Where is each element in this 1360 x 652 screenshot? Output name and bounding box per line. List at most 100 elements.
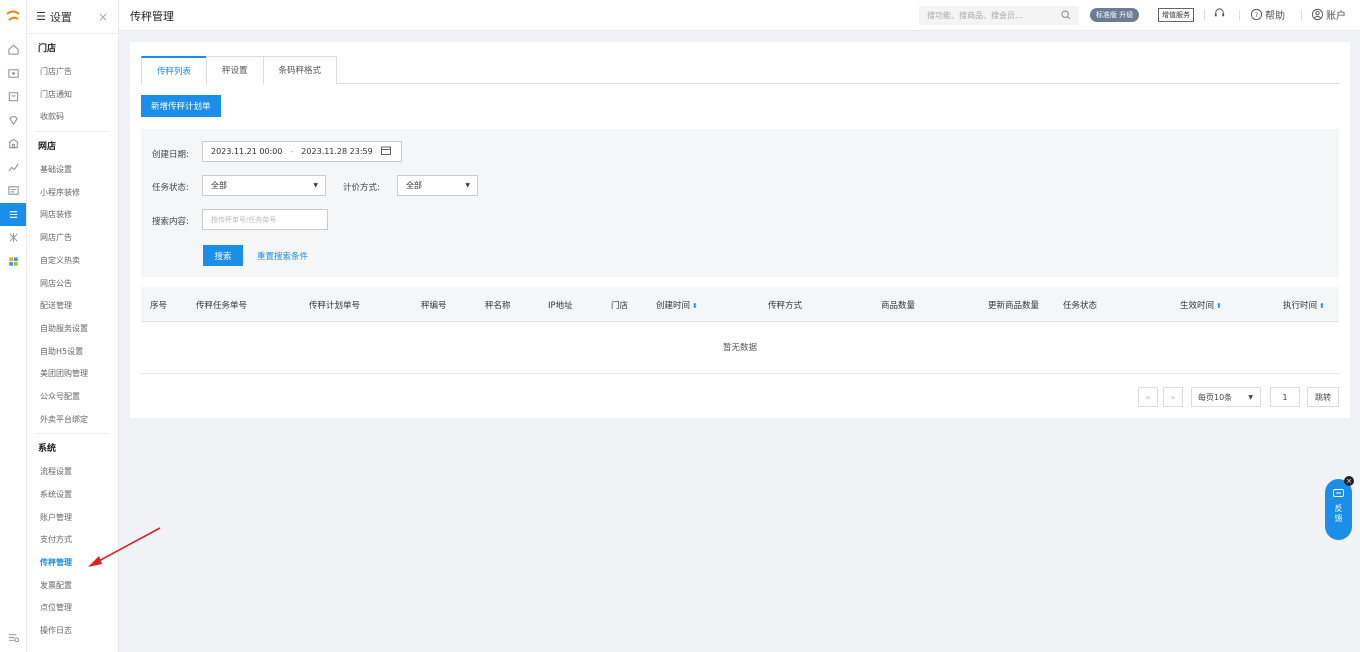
table-header: 序号 传秤任务单号 传秤计划单号 秤编号 秤名称 IP地址 门店 创建时间 ⬍ 传… (141, 287, 1339, 322)
cashier-icon[interactable] (0, 62, 26, 86)
help-icon: ? (1250, 8, 1263, 21)
icon-rail (0, 0, 27, 652)
col-created-time-label: 创建时间 (656, 301, 691, 311)
sidebar-item[interactable]: 自助服务设置 (35, 318, 110, 341)
sidebar-item[interactable]: 网店广告 (35, 227, 110, 250)
sidebar-item[interactable]: 发票配置 (35, 575, 110, 598)
sidebar-title: 设置 (49, 10, 72, 24)
col-effective-time[interactable]: 生效时间 ⬍ (1180, 299, 1222, 311)
pricing-select[interactable]: 全部 ▼ (397, 175, 478, 196)
chat-icon (1333, 489, 1344, 497)
store-icon[interactable] (0, 132, 26, 156)
app-logo-icon[interactable] (0, 0, 26, 34)
sort-icon[interactable]: ⬍ (692, 302, 698, 310)
sidebar-header: ☰ 设置 × (27, 0, 118, 34)
next-page-button[interactable]: » (1163, 387, 1183, 407)
annotation-arrow-icon (88, 527, 161, 567)
status-value: 全部 (211, 181, 227, 190)
customer-service-icon[interactable] (1213, 7, 1228, 20)
global-search-placeholder: 搜功能、搜商品、搜会员... (927, 11, 1023, 20)
filter-panel: 创建日期: 2023.11.21 00:00 - 2023.11.28 23:5… (141, 129, 1339, 277)
help-link[interactable]: ? 帮助 (1250, 7, 1285, 22)
settings-menu-icon[interactable] (0, 202, 26, 226)
home-icon[interactable] (0, 38, 26, 62)
sort-icon[interactable]: ⬍ (1216, 302, 1222, 310)
marketing-icon[interactable] (0, 226, 26, 250)
col-created-time[interactable]: 创建时间 ⬍ (656, 299, 698, 311)
sidebar-item[interactable]: 美团团购管理 (35, 363, 110, 386)
value-added-services-button[interactable]: 增值服务 (1158, 8, 1194, 22)
member-icon[interactable] (0, 109, 26, 133)
sidebar-item[interactable]: 小程序装修 (35, 182, 110, 205)
sidebar-item[interactable]: 门店通知 (35, 84, 110, 107)
nav-group: 网店 基础设置 小程序装修 网店装修 网店广告 自定义热卖 网店公告 配送管理 自助服务设置 自助… (35, 135, 110, 435)
feedback-button[interactable]: × 反馈 (1325, 476, 1354, 540)
goods-icon[interactable] (0, 85, 26, 109)
date-range-picker[interactable]: 2023.11.21 00:00 - 2023.11.28 23:59 (202, 141, 402, 162)
tab-scale-settings[interactable]: 秤设置 (206, 56, 264, 84)
jump-button[interactable]: 跳转 (1307, 387, 1339, 407)
sidebar-item[interactable]: 点位管理 (35, 597, 110, 620)
sidebar-item[interactable]: 配送管理 (35, 295, 110, 318)
col-exec-time[interactable]: 执行时间 ⬍ (1283, 299, 1325, 311)
prev-page-button[interactable]: « (1138, 387, 1158, 407)
sidebar-item[interactable]: 门店广告 (35, 61, 110, 84)
divider (1301, 10, 1302, 21)
page-title: 传秤管理 (130, 10, 174, 23)
search-icon[interactable] (1061, 9, 1071, 22)
feedback-label: 反馈 (1334, 504, 1343, 523)
sidebar-item[interactable]: 网店装修 (35, 204, 110, 227)
collapse-menu-icon[interactable] (0, 631, 27, 644)
chevron-down-icon: ▼ (1248, 393, 1253, 401)
date-end: 2023.11.28 23:59 (301, 147, 373, 156)
col-exec-time-label: 执行时间 (1283, 301, 1318, 311)
pricing-label: 计价方式: (343, 183, 380, 193)
sidebar-item[interactable]: 外卖平台绑定 (35, 409, 110, 432)
sidebar-item[interactable]: 自助H5设置 (35, 341, 110, 364)
apps-icon[interactable] (0, 250, 26, 274)
sidebar-item[interactable]: 系统设置 (35, 484, 110, 507)
tab-bar: 传秤列表 秤设置 条码秤格式 (141, 56, 1339, 85)
page-number-input[interactable]: 1 (1270, 387, 1300, 407)
divider (1204, 10, 1205, 21)
col-method: 传秤方式 (768, 301, 803, 311)
search-button[interactable]: 搜索 (203, 245, 243, 266)
col-scale-name: 秤名称 (485, 301, 511, 311)
global-search-input[interactable]: 搜功能、搜商品、搜会员... (919, 6, 1079, 25)
divider (1239, 10, 1240, 21)
sort-icon[interactable]: ⬍ (1319, 302, 1325, 310)
sidebar-item[interactable]: 自定义热卖 (35, 250, 110, 273)
help-label: 帮助 (1265, 11, 1285, 22)
sidebar-item[interactable]: 操作日志 (35, 620, 110, 643)
sidebar-item[interactable]: 网店公告 (35, 273, 110, 296)
date-start: 2023.11.21 00:00 (211, 147, 283, 156)
sidebar-item[interactable]: 公众号配置 (35, 386, 110, 409)
calendar-icon (380, 146, 391, 157)
page-size-select[interactable]: 每页10条 ▼ (1191, 387, 1261, 407)
close-feedback-icon[interactable]: × (1344, 476, 1354, 486)
sidebar-item[interactable]: 基础设置 (35, 159, 110, 182)
pricing-value: 全部 (406, 181, 422, 190)
top-bar: 传秤管理 搜功能、搜商品、搜会员... 标准版 升级 增值服务 ? 帮助 账户 (119, 0, 1360, 31)
status-select[interactable]: 全部 ▼ (202, 175, 326, 196)
new-plan-button[interactable]: 新增传秤计划单 (141, 95, 221, 117)
col-effective-time-label: 生效时间 (1180, 301, 1215, 311)
search-content-label: 搜索内容: (152, 217, 189, 227)
sidebar-item[interactable]: 流程设置 (35, 461, 110, 484)
edition-upgrade-badge[interactable]: 标准版 升级 (1090, 8, 1140, 22)
report-icon[interactable] (0, 156, 26, 180)
col-goods-count: 商品数量 (881, 301, 916, 311)
account-label: 账户 (1326, 11, 1346, 22)
account-link[interactable]: 账户 (1311, 7, 1346, 22)
nav-group: 门店 门店广告 门店通知 收款码 (35, 37, 110, 133)
main-card: 传秤列表 秤设置 条码秤格式 新增传秤计划单 创建日期: 2023.11.21 … (130, 42, 1350, 418)
finance-icon[interactable] (0, 179, 26, 203)
sidebar-item[interactable]: 收款码 (35, 106, 110, 129)
reset-filters-link[interactable]: 重置搜索条件 (257, 250, 308, 262)
svg-text:?: ? (1255, 11, 1258, 19)
tab-scale-list[interactable]: 传秤列表 (141, 56, 208, 85)
tab-barcode-format[interactable]: 条码秤格式 (262, 56, 338, 84)
close-icon[interactable]: × (98, 10, 108, 24)
search-content-input[interactable]: 按传秤单号/任务单号 (202, 209, 328, 230)
col-task-status: 任务状态 (1063, 301, 1098, 311)
